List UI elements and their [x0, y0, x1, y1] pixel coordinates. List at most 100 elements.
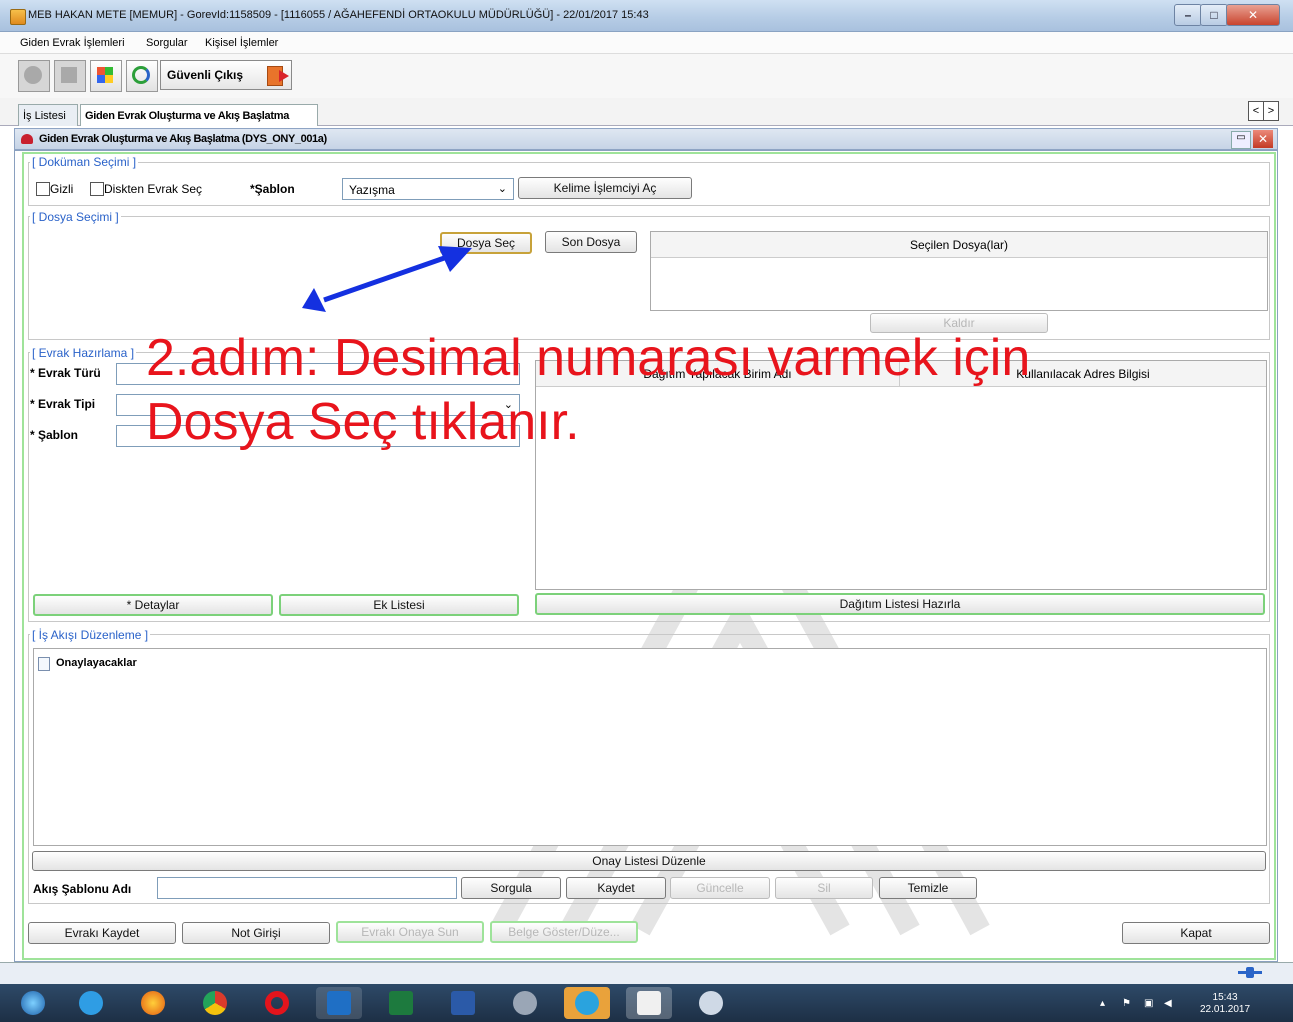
approval-list-button[interactable]: Onay Listesi Düzenle: [32, 851, 1266, 871]
tray-chevron-icon[interactable]: ▴: [1100, 998, 1105, 1009]
clock-date: 22.01.2017: [1200, 1004, 1251, 1015]
file-selection-label: [ Dosya Seçimi ]: [30, 210, 121, 224]
document-prep-label: [ Evrak Hazırlama ]: [30, 346, 137, 360]
sorgula-button[interactable]: Sorgula: [461, 877, 561, 899]
frame-title: Giden Evrak Oluşturma ve Akış Başlatma (…: [39, 133, 327, 145]
taskbar-firefox[interactable]: [130, 987, 176, 1019]
taskbar-word[interactable]: [440, 987, 486, 1019]
status-bar: [0, 962, 1293, 984]
taskbar-outlook[interactable]: [316, 987, 362, 1019]
restore-icon[interactable]: ▭: [1231, 131, 1251, 149]
selected-files-header: Seçilen Dosya(lar): [651, 232, 1267, 258]
disk-label: Diskten Evrak Seç: [104, 182, 203, 196]
attachments-button[interactable]: Ek Listesi: [279, 594, 519, 616]
disabled-square-button[interactable]: [54, 60, 86, 92]
gizli-label: Gizli: [50, 182, 74, 196]
annotation-arrow: [302, 246, 472, 312]
square-icon: [61, 67, 77, 83]
kapat-button[interactable]: Kapat: [1122, 922, 1270, 944]
son-dosya-button[interactable]: Son Dosya: [545, 231, 637, 253]
chrome-icon: [203, 991, 227, 1015]
paint-icon: [699, 991, 723, 1015]
distribution-table[interactable]: Dağıtım Yapılacak Birim Adı Kullanılacak…: [535, 360, 1267, 590]
prep-sablon-label: * Şablon: [30, 428, 79, 442]
window-title: MEB HAKAN METE [MEMUR] - GorevId:1158509…: [28, 9, 649, 21]
menu-bar: Giden Evrak İşlemleri Sorgular Kişisel İ…: [0, 32, 1293, 54]
windows-logo-icon: [21, 991, 45, 1015]
word-icon: [451, 991, 475, 1015]
annotation-line-1: 2.adım: Desimal numarası varmek için: [146, 329, 1031, 387]
taskbar-chrome[interactable]: [192, 987, 238, 1019]
telegram-icon: [575, 991, 599, 1015]
start-button[interactable]: [10, 987, 56, 1019]
color-palette-button[interactable]: [90, 60, 122, 92]
tab-scroll-left-button[interactable]: <: [1248, 101, 1264, 121]
app-heart-icon: [21, 134, 33, 144]
document-selection-label: [ Doküman Seçimi ]: [30, 155, 139, 169]
frame-close-icon[interactable]: ✕: [1253, 130, 1273, 148]
sil-button[interactable]: Sil: [775, 877, 873, 899]
arrow-head-left: [302, 288, 326, 312]
maximize-button[interactable]: □: [1200, 4, 1228, 26]
menu-kisisel[interactable]: Kişisel İşlemler: [205, 37, 278, 49]
gizli-checkbox[interactable]: [36, 182, 50, 196]
tab-giden-evrak[interactable]: Giden Evrak Oluşturma ve Akış Başlatma: [80, 104, 318, 126]
windows-taskbar: ▴ ⚑ ▣ ◀ 15:43 22.01.2017: [0, 984, 1293, 1022]
taskbar-clock[interactable]: 15:43 22.01.2017: [1200, 992, 1250, 1016]
excel-icon: [389, 991, 413, 1015]
window-title-bar[interactable]: MEB HAKAN METE [MEMUR] - GorevId:1158509…: [0, 0, 1293, 32]
details-button[interactable]: * Detaylar: [33, 594, 273, 616]
exit-arrow-icon: [279, 70, 289, 82]
java-app-icon: [10, 9, 26, 25]
kaydet-button[interactable]: Kaydet: [566, 877, 666, 899]
guncelle-button[interactable]: Güncelle: [670, 877, 770, 899]
taskbar-opera[interactable]: [254, 987, 300, 1019]
evraki-kaydet-button[interactable]: Evrakı Kaydet: [28, 922, 176, 944]
selected-files-table[interactable]: Seçilen Dosya(lar): [650, 231, 1268, 311]
workflow-label: [ İş Akışı Düzenleme ]: [30, 628, 151, 642]
flow-template-label: Akış Şablonu Adı: [33, 882, 132, 896]
tab-is-listesi[interactable]: İş Listesi: [18, 104, 78, 126]
menu-sorgular[interactable]: Sorgular: [146, 37, 188, 49]
menu-giden-evrak[interactable]: Giden Evrak İşlemleri: [20, 37, 125, 49]
secure-exit-button[interactable]: Güvenli Çıkış: [160, 60, 292, 90]
evrak-tipi-label: * Evrak Tipi: [30, 397, 96, 411]
taskbar-telegram[interactable]: [564, 987, 610, 1019]
internal-frame-title[interactable]: Giden Evrak Oluşturma ve Akış Başlatma (…: [14, 128, 1278, 150]
belge-goster-button[interactable]: Belge Göster/Düze...: [490, 921, 638, 943]
network-tray-icon[interactable]: ▣: [1144, 998, 1153, 1009]
java-icon: [637, 991, 661, 1015]
secure-exit-label: Güvenli Çıkış: [167, 68, 244, 82]
system-tray[interactable]: ▴ ⚑ ▣ ◀: [1100, 998, 1180, 1009]
not-girisi-button[interactable]: Not Girişi: [182, 922, 330, 944]
taskbar-excel[interactable]: [378, 987, 424, 1019]
ie-icon: [79, 991, 103, 1015]
tab-scroll-right-button[interactable]: >: [1263, 101, 1279, 121]
clock-time: 15:43: [1212, 992, 1238, 1003]
onaya-sun-button[interactable]: Evrakı Onaya Sun: [336, 921, 484, 943]
firefox-icon: [141, 991, 165, 1015]
close-button[interactable]: ✕: [1226, 4, 1280, 26]
taskbar-ie[interactable]: [68, 987, 114, 1019]
document-icon: [38, 657, 50, 671]
word-processor-button[interactable]: Kelime İşlemciyi Aç: [518, 177, 692, 199]
disabled-circle-button[interactable]: [18, 60, 50, 92]
action-center-icon[interactable]: ⚑: [1122, 998, 1131, 1009]
palette-icon: [97, 67, 105, 75]
distribution-list-button[interactable]: Dağıtım Listesi Hazırla: [535, 593, 1265, 615]
taskbar-java[interactable]: [626, 987, 672, 1019]
minimize-button[interactable]: –: [1174, 4, 1202, 26]
taskbar-network[interactable]: [502, 987, 548, 1019]
disk-checkbox[interactable]: [90, 182, 104, 196]
circle-icon: [24, 66, 42, 84]
approvers-tree[interactable]: Onaylayacaklar: [33, 648, 1267, 846]
sablon-select[interactable]: Yazışma ⌄: [342, 178, 514, 200]
taskbar-paint[interactable]: [688, 987, 734, 1019]
volume-icon[interactable]: ◀: [1164, 998, 1172, 1009]
tree-item-onaylayacaklar[interactable]: Onaylayacaklar: [56, 657, 137, 669]
tab-bar: İş Listesi Giden Evrak Oluşturma ve Akış…: [0, 98, 1293, 126]
outlook-icon: [327, 991, 351, 1015]
temizle-button[interactable]: Temizle: [879, 877, 977, 899]
refresh-button[interactable]: [126, 60, 158, 92]
flow-template-input[interactable]: [157, 877, 457, 899]
